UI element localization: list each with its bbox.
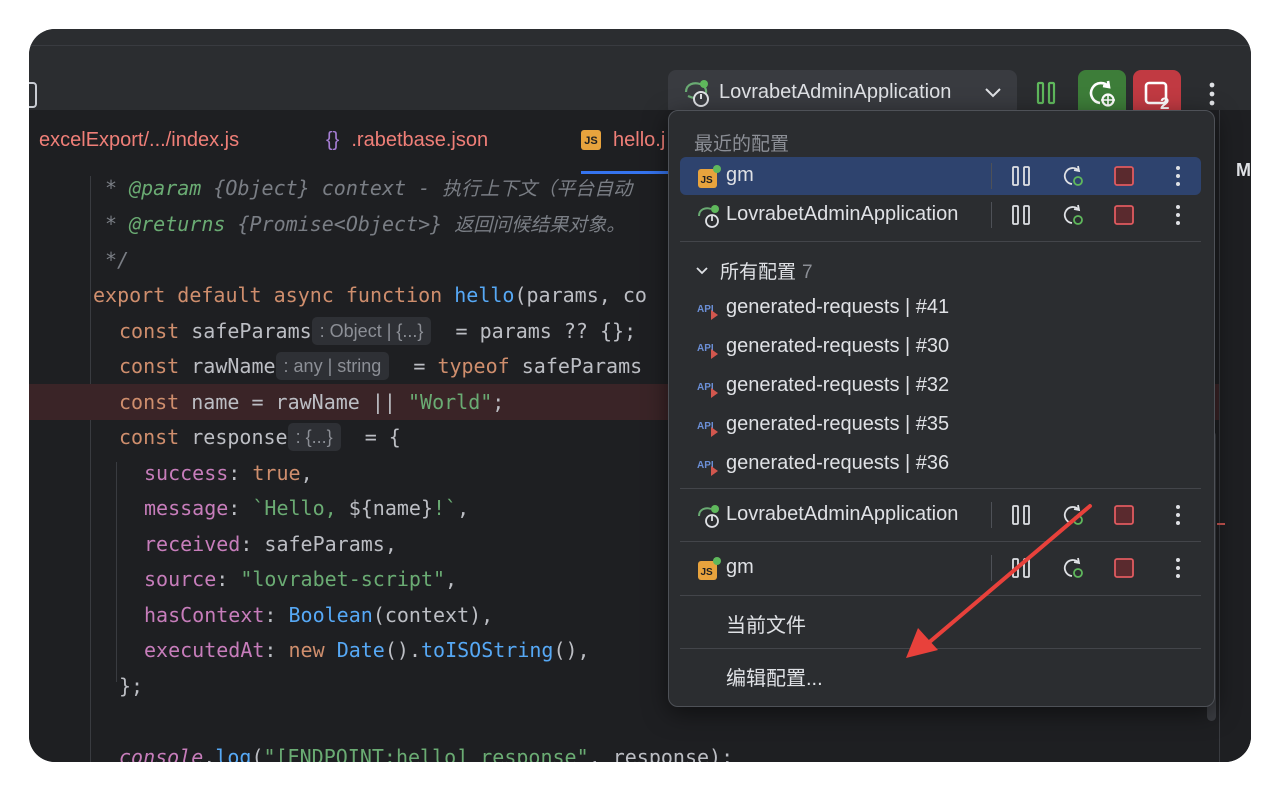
panel-icon[interactable] [29, 82, 37, 108]
tab-hello-js[interactable]: JS hello.j [581, 129, 665, 152]
more-options-icon[interactable] [1166, 503, 1190, 527]
recent-configs-header: 最近的配置 [694, 134, 790, 155]
pause-icon[interactable] [1009, 556, 1033, 580]
http-request-icon: API [696, 413, 722, 439]
running-config-lovrabet[interactable]: LovrabetAdminApplication [680, 496, 1201, 534]
pause-icon[interactable] [1009, 164, 1033, 188]
current-file-item[interactable]: 当前文件 [726, 609, 806, 638]
separator [680, 595, 1201, 596]
config-label: generated-requests | #35 [726, 413, 950, 435]
more-options-icon[interactable] [1166, 164, 1190, 188]
separator [680, 648, 1201, 649]
right-strip-label: M [1236, 160, 1251, 180]
config-label: gm [726, 164, 754, 186]
rerun-debug-icon[interactable] [1061, 503, 1085, 527]
http-request-icon: API [696, 374, 722, 400]
more-options-icon[interactable] [1166, 556, 1190, 580]
more-options-icon[interactable] [1166, 203, 1190, 227]
tab-label: .rabetbase.json [351, 129, 489, 151]
error-marker [1217, 523, 1225, 525]
js-icon: JS [696, 556, 722, 582]
http-request-icon: API [696, 452, 722, 478]
pause-icon[interactable] [1009, 203, 1033, 227]
more-options-icon[interactable] [1202, 80, 1222, 108]
rerun-debug-icon[interactable] [1061, 203, 1085, 227]
config-label: LovrabetAdminApplication [726, 203, 959, 225]
main-toolbar: LovrabetAdminApplication 2 [29, 46, 1251, 118]
spring-run-icon [696, 503, 722, 529]
tab-rabetbase-json[interactable]: {} .rabetbase.json [326, 129, 488, 152]
chevron-down-icon [985, 88, 1001, 98]
request-config-item[interactable]: API generated-requests | #35 [680, 406, 1201, 444]
tab-label: hello.j [613, 129, 666, 151]
title-strip [29, 29, 1251, 46]
request-config-item[interactable]: API generated-requests | #30 [680, 328, 1201, 366]
run-configurations-popup: 最近的配置 JS gm LovrabetAdminApplication 所有配… [668, 110, 1215, 707]
rerun-debug-icon[interactable] [1061, 556, 1085, 580]
stop-icon[interactable] [1112, 203, 1136, 227]
divider [991, 163, 992, 189]
all-configs-group[interactable]: 所有配置 7 [694, 257, 813, 284]
config-label: generated-requests | #30 [726, 335, 950, 357]
config-label: generated-requests | #32 [726, 374, 950, 396]
type-hint: : Object | {...} [311, 317, 432, 345]
recent-config-lovrabet[interactable]: LovrabetAdminApplication [680, 196, 1201, 234]
edit-configurations-item[interactable]: 编辑配置... [726, 662, 823, 691]
running-config-gm[interactable]: JS gm [680, 549, 1201, 587]
svg-text:JS: JS [701, 567, 714, 578]
run-configuration-label: LovrabetAdminApplication [719, 81, 952, 103]
tab-label: excelExport/.../index.js [39, 129, 240, 151]
divider [991, 502, 992, 528]
separator [680, 541, 1201, 542]
http-request-icon: API [696, 335, 722, 361]
tab-index-js[interactable]: excelExport/.../index.js [39, 129, 239, 152]
pause-icon[interactable] [1033, 80, 1059, 106]
all-configs-header: 所有配置 [720, 262, 797, 283]
spring-run-icon [684, 80, 709, 107]
divider [991, 202, 992, 228]
request-config-item[interactable]: API generated-requests | #41 [680, 289, 1201, 327]
type-hint: : {...} [287, 423, 341, 451]
stop-icon[interactable] [1112, 503, 1136, 527]
stop-icon[interactable] [1112, 164, 1136, 188]
separator [680, 241, 1201, 242]
request-config-item[interactable]: API generated-requests | #36 [680, 445, 1201, 483]
code-line: console.log("[ENDPOINT:hello] response",… [119, 745, 734, 762]
svg-text:JS: JS [701, 175, 714, 186]
stop-icon[interactable] [1112, 556, 1136, 580]
recent-config-gm[interactable]: JS gm [680, 157, 1201, 195]
all-configs-count: 7 [802, 262, 813, 283]
pause-icon[interactable] [1009, 503, 1033, 527]
config-label: LovrabetAdminApplication [726, 503, 959, 525]
config-label: generated-requests | #41 [726, 296, 950, 318]
js-icon: JS [696, 164, 722, 190]
type-hint: : any | string [275, 352, 390, 380]
spring-run-icon [696, 203, 722, 229]
json-braces-icon: {} [326, 129, 340, 151]
chevron-down-icon [696, 267, 708, 275]
right-tool-strip: M [1219, 110, 1251, 762]
rerun-debug-icon[interactable] [1061, 164, 1085, 188]
config-label: gm [726, 556, 754, 578]
divider [991, 555, 992, 581]
http-request-icon: API [696, 296, 722, 322]
js-file-icon: JS [581, 130, 601, 150]
request-config-item[interactable]: API generated-requests | #32 [680, 367, 1201, 405]
config-label: generated-requests | #36 [726, 452, 950, 474]
separator [680, 488, 1201, 489]
